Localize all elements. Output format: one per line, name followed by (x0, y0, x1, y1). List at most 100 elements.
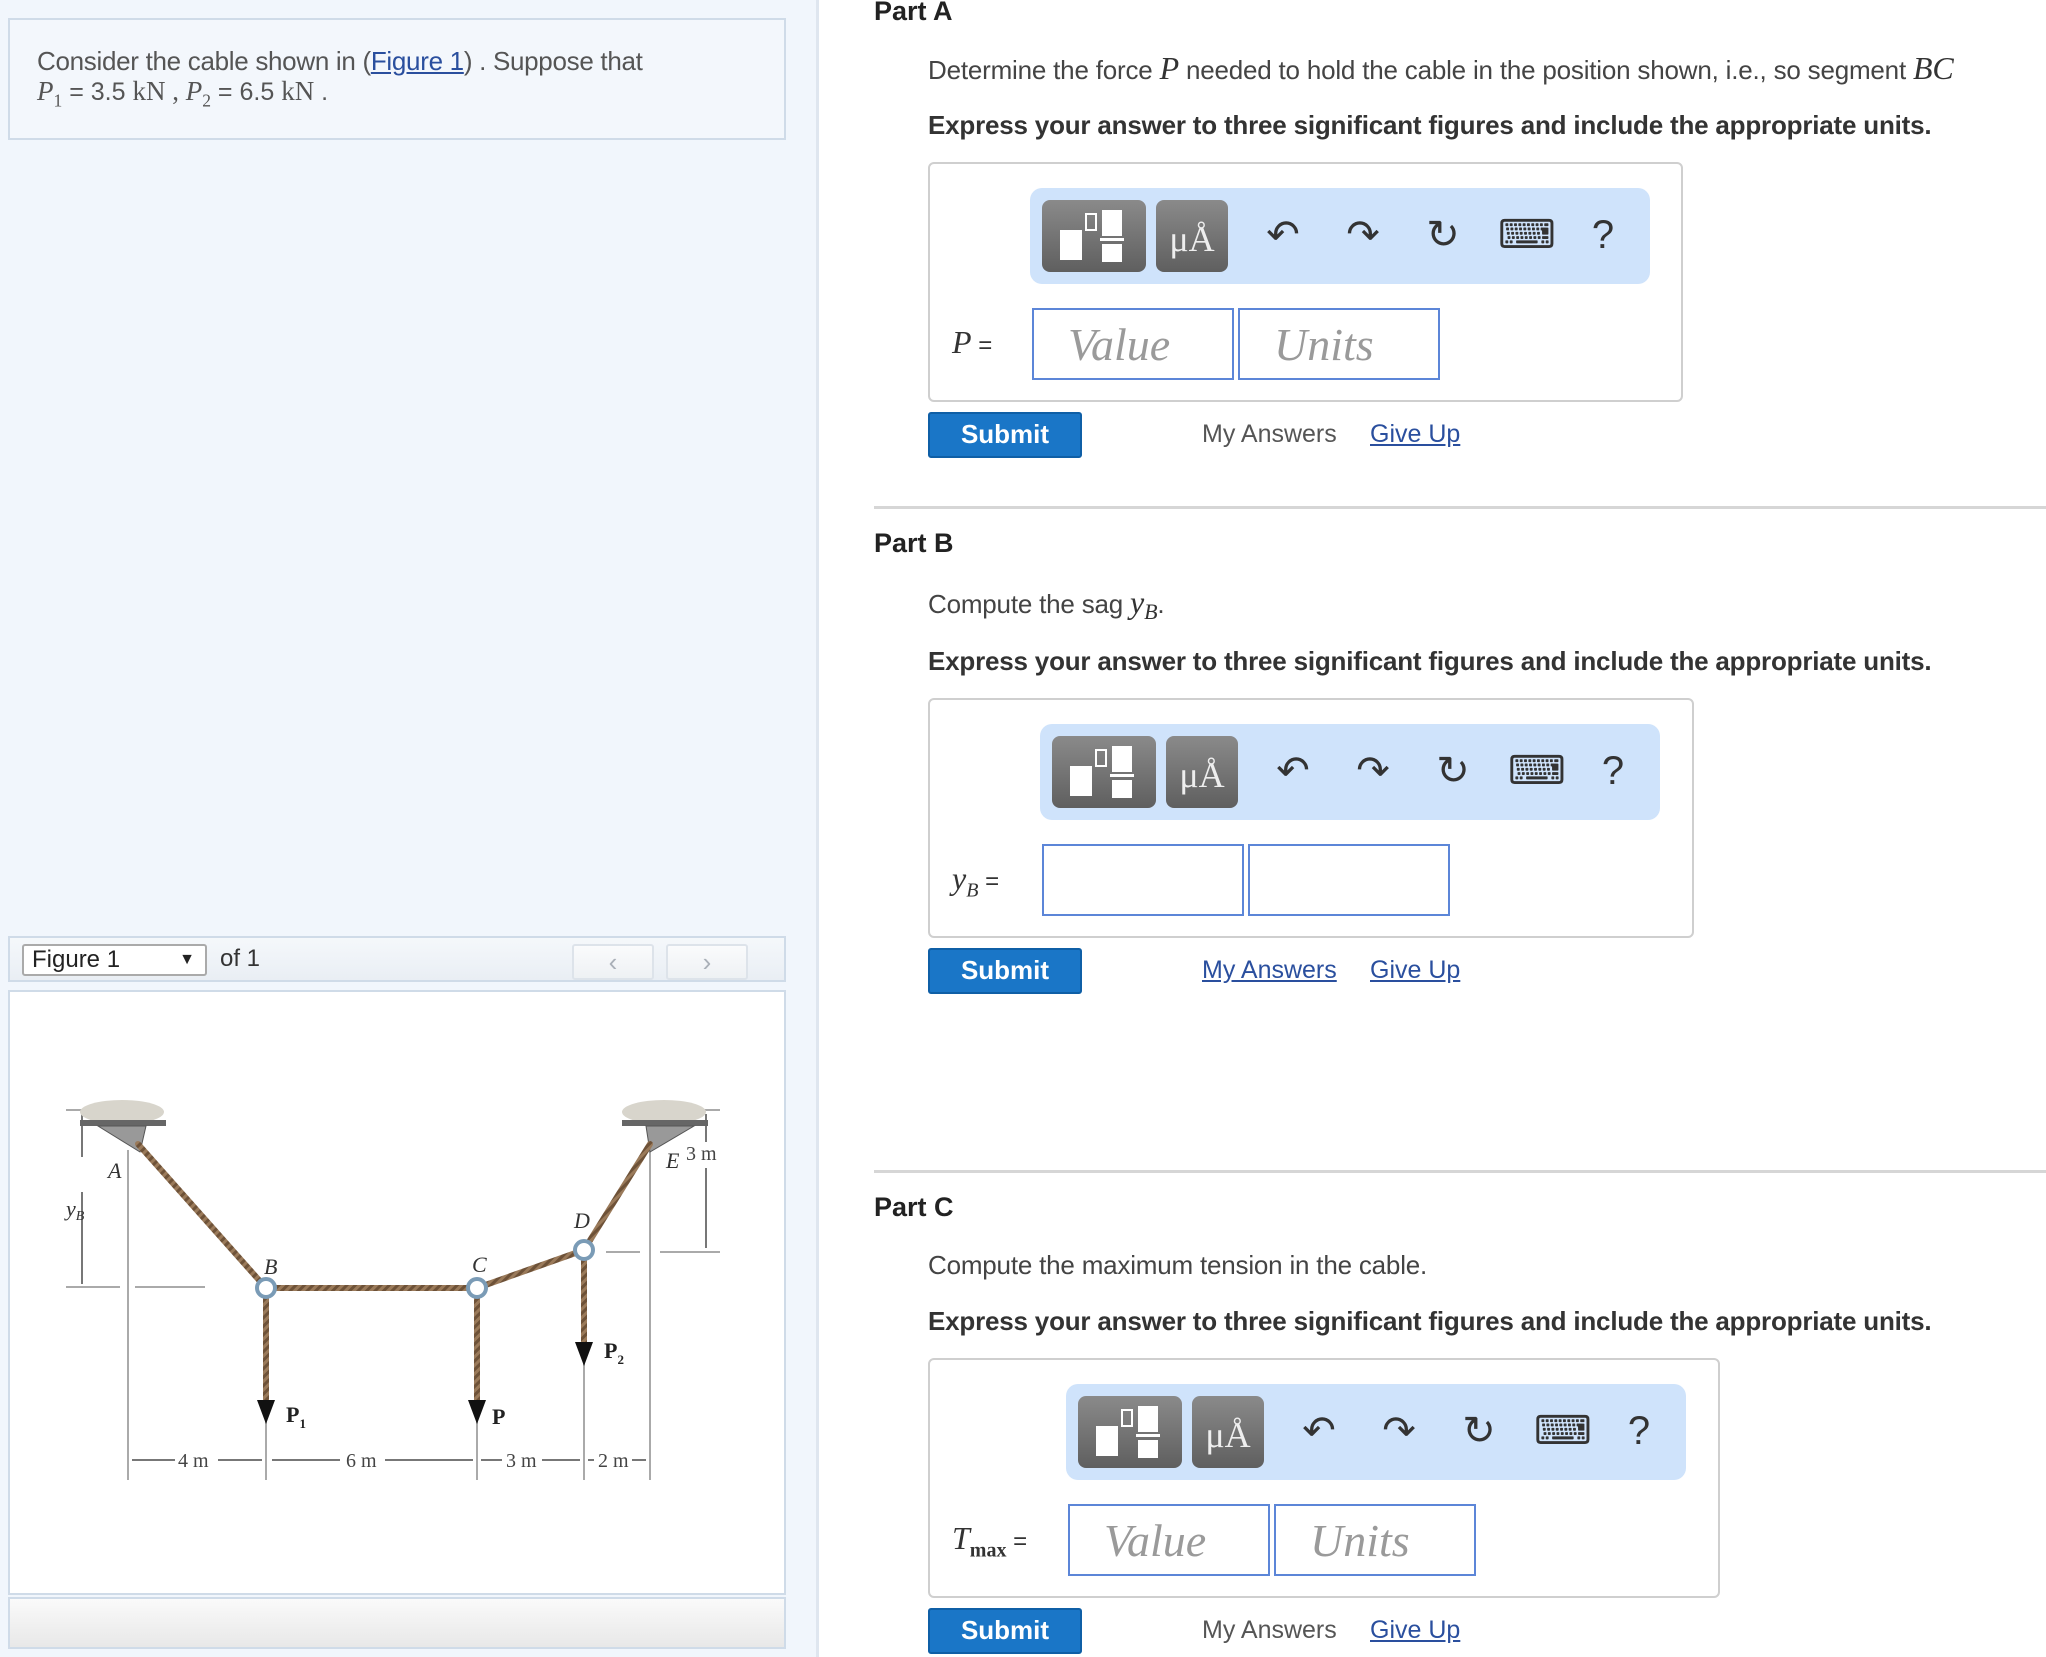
chevron-right-icon: › (702, 947, 712, 977)
units-button[interactable]: μÅ (1192, 1396, 1264, 1468)
support-a (80, 1100, 166, 1153)
dim-4m: 4 m (178, 1450, 209, 1472)
part-a-units-input[interactable] (1238, 308, 1440, 380)
part-a-title: Part A (874, 0, 953, 26)
undo-icon[interactable]: ↶ (1268, 746, 1318, 796)
part-c-variable-label: Tmax = (952, 1520, 1028, 1562)
redo-icon[interactable]: ↷ (1338, 210, 1388, 260)
units-button[interactable]: μÅ (1156, 200, 1228, 272)
part-c-units-input[interactable] (1274, 1504, 1476, 1576)
reference-lines (66, 1109, 720, 1480)
prev-figure-button[interactable]: ‹ (572, 944, 654, 980)
figure-select-value: Figure 1 (32, 946, 121, 973)
redo-icon[interactable]: ↷ (1348, 746, 1398, 796)
joint-c (466, 1277, 488, 1299)
part-b-submit-button[interactable]: Submit (928, 948, 1082, 994)
units-button[interactable]: μÅ (1166, 736, 1238, 808)
templates-button[interactable] (1078, 1396, 1182, 1468)
label-p: P (492, 1404, 505, 1429)
arrow-p (468, 1400, 486, 1424)
p2-symbol: P (185, 76, 203, 106)
next-figure-button[interactable]: › (666, 944, 748, 980)
part-a-variable-label: P = (952, 324, 993, 360)
part-c-instruction: Express your answer to three significant… (928, 1306, 1932, 1336)
label-c: C (472, 1252, 487, 1277)
caret-down-icon: ▼ (179, 951, 195, 968)
label-p2: P2 (604, 1338, 624, 1367)
part-c-give-up-link[interactable]: Give Up (1370, 1616, 1460, 1645)
separator: , (165, 76, 186, 106)
undo-icon[interactable]: ↶ (1258, 210, 1308, 260)
p1-subscript: 1 (53, 90, 63, 111)
figure-viewer: A B C D E yB P1 P P2 3 m 4 m 6 m 3 m 2 m (8, 990, 786, 1595)
arrow-p1 (257, 1400, 275, 1424)
templates-button[interactable] (1042, 200, 1146, 272)
part-b-units-input[interactable] (1248, 844, 1450, 916)
p2-value: = 6.5 (210, 78, 282, 106)
part-a-instruction: Express your answer to three significant… (928, 110, 1932, 140)
joint-d (573, 1239, 595, 1261)
part-b-give-up-link[interactable]: Give Up (1370, 956, 1460, 985)
problem-text: Consider the cable shown in (Figure 1) .… (37, 46, 643, 77)
keyboard-icon[interactable]: ⌨ (1498, 210, 1556, 260)
part-a-give-up-link[interactable]: Give Up (1370, 420, 1460, 449)
part-a-submit-button[interactable]: Submit (928, 412, 1082, 458)
templates-button[interactable] (1052, 736, 1156, 808)
part-a-value-input[interactable] (1032, 308, 1234, 380)
help-icon[interactable]: ? (1614, 1406, 1664, 1456)
reset-icon[interactable]: ↻ (1418, 210, 1468, 260)
divider (874, 506, 2046, 509)
dim-3m: 3 m (506, 1450, 537, 1472)
part-c-submit-button[interactable]: Submit (928, 1608, 1082, 1654)
part-b-title: Part B (874, 528, 954, 558)
divider (874, 1170, 2046, 1173)
dim-6m: 6 m (346, 1450, 377, 1472)
chevron-left-icon: ‹ (608, 947, 618, 977)
label-b: B (264, 1254, 277, 1279)
joint-b (255, 1277, 277, 1299)
undo-icon[interactable]: ↶ (1294, 1406, 1344, 1456)
templates-icon (1096, 1406, 1160, 1458)
templates-icon (1060, 210, 1124, 262)
part-b-variable-label: yB = (952, 860, 1000, 902)
reset-icon[interactable]: ↻ (1428, 746, 1478, 796)
cable (135, 1141, 653, 1403)
part-c-my-answers: My Answers (1202, 1616, 1337, 1644)
figure-select[interactable]: Figure 1 ▼ (22, 944, 207, 976)
reset-icon[interactable]: ↻ (1454, 1406, 1504, 1456)
part-c-title: Part C (874, 1192, 954, 1222)
part-b-math-toolbar: μÅ ↶ ↷ ↻ ⌨ ? (1040, 724, 1660, 820)
part-c-value-input[interactable] (1068, 1504, 1270, 1576)
p1-unit: kN (132, 76, 166, 106)
part-a-math-toolbar: μÅ ↶ ↷ ↻ ⌨ ? (1030, 188, 1650, 284)
label-d: D (573, 1208, 590, 1233)
templates-icon (1070, 746, 1134, 798)
label-p1: P1 (286, 1402, 306, 1431)
part-b-answer-box: μÅ ↶ ↷ ↻ ⌨ ? yB = (928, 698, 1694, 938)
keyboard-icon[interactable]: ⌨ (1508, 746, 1566, 796)
part-b-value-input[interactable] (1042, 844, 1244, 916)
p2-unit: kN (281, 76, 315, 106)
label-a: A (106, 1158, 122, 1183)
cable-diagram: A B C D E yB P1 P P2 3 m 4 m 6 m 3 m 2 m (64, 1100, 720, 1480)
left-panel: Consider the cable shown in (Figure 1) .… (0, 0, 819, 1657)
figure-toolbar: Figure 1 ▼ of 1 ‹ › (8, 936, 786, 982)
problem-text-suffix: ) . Suppose that (463, 46, 643, 76)
arrow-p2 (575, 1342, 593, 1366)
part-b-my-answers-link[interactable]: My Answers (1202, 956, 1337, 985)
keyboard-icon[interactable]: ⌨ (1534, 1406, 1592, 1456)
part-c-answer-box: μÅ ↶ ↷ ↻ ⌨ ? Tmax = (928, 1358, 1720, 1598)
help-icon[interactable]: ? (1578, 210, 1628, 260)
p1-symbol: P (37, 76, 54, 106)
dim-3m-vertical: 3 m (686, 1143, 717, 1165)
problem-statement: Consider the cable shown in (Figure 1) .… (8, 18, 786, 140)
redo-icon[interactable]: ↷ (1374, 1406, 1424, 1456)
label-e: E (665, 1148, 680, 1173)
help-icon[interactable]: ? (1588, 746, 1638, 796)
dim-2m: 2 m (598, 1450, 629, 1472)
figure-link[interactable]: Figure 1 (371, 46, 464, 76)
p1-value: = 3.5 (62, 78, 133, 106)
period: . (314, 78, 329, 106)
part-b-instruction: Express your answer to three significant… (928, 646, 1932, 676)
part-c-math-toolbar: μÅ ↶ ↷ ↻ ⌨ ? (1066, 1384, 1686, 1480)
